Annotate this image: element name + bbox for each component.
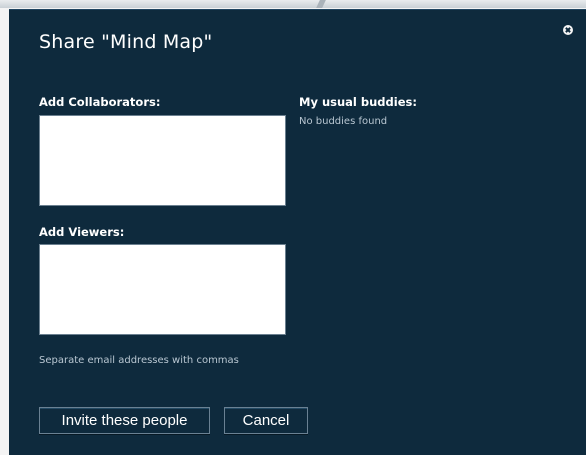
viewers-input[interactable] [39,244,286,335]
close-icon[interactable] [563,25,573,35]
email-hint: Separate email addresses with commas [39,355,239,366]
viewers-label: Add Viewers: [39,225,125,239]
buddies-label: My usual buddies: [299,95,417,109]
window-top-strip [0,0,586,8]
buddies-empty-text: No buddies found [299,116,388,127]
cancel-button[interactable]: Cancel [224,407,308,434]
dialog-title: Share "Mind Map" [39,31,213,53]
invite-button[interactable]: Invite these people [39,407,210,434]
collaborators-input[interactable] [39,115,286,206]
collaborators-label: Add Collaborators: [39,95,161,109]
